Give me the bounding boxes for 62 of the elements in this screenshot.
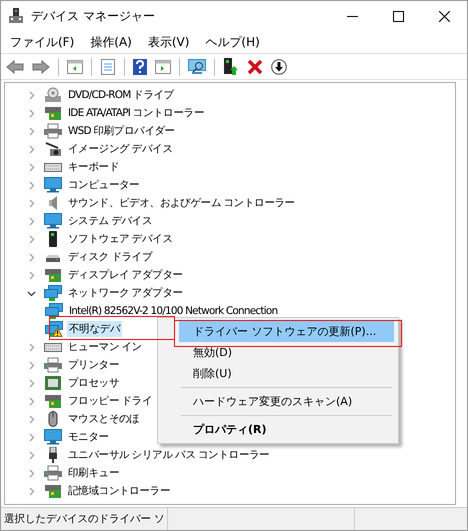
- tree-item[interactable]: ネットワーク アダプター: [66, 285, 185, 301]
- tree-item[interactable]: WSD 印刷プロバイダー: [66, 123, 177, 139]
- tree-item[interactable]: ヒューマン イン: [66, 339, 144, 355]
- back-arrow-icon[interactable]: [6, 60, 24, 74]
- tree-item[interactable]: ユニバーサル シリアル バス コントローラー: [66, 447, 272, 463]
- camera-icon: [44, 141, 62, 157]
- device-icon: [9, 8, 23, 24]
- menu-item[interactable]: 表示(V): [148, 34, 190, 50]
- tree-item[interactable]: ディスプレイ アダプター: [66, 267, 185, 283]
- menu-item[interactable]: ファイル(F): [10, 34, 74, 50]
- chip-icon: [44, 375, 62, 391]
- tree-item[interactable]: イメージング デバイス: [66, 141, 175, 157]
- delete-icon[interactable]: [247, 58, 263, 74]
- tree-item[interactable]: ソフトウェア デバイス: [66, 231, 175, 247]
- printer-icon: [44, 123, 62, 139]
- tree-item[interactable]: サウンド、ビデオ、およびゲーム コントローラー: [66, 195, 297, 211]
- tree-item[interactable]: コンピューター: [66, 177, 142, 193]
- window-title: デバイス マネージャー: [31, 8, 155, 24]
- circuit-card-icon: [44, 267, 62, 283]
- printer-icon: [44, 357, 62, 373]
- context-menu-item[interactable]: プロパティ(R): [179, 419, 394, 440]
- chevron-icon[interactable]: [27, 288, 36, 298]
- help-icon[interactable]: [133, 58, 147, 74]
- tree-item[interactable]: IDE ATA/ATAPI コントローラー: [66, 105, 206, 121]
- network-icon: [44, 285, 62, 301]
- context-menu-item[interactable]: 削除(U): [179, 363, 394, 384]
- circuit-card-icon: [44, 483, 62, 499]
- status-text: 選択したデバイスのドライバー ソ: [1, 508, 168, 530]
- tree-item[interactable]: システム デバイス: [66, 213, 154, 229]
- panel-icon[interactable]: [155, 60, 171, 74]
- monitor-icon: [44, 213, 62, 229]
- monitor-search-icon[interactable]: [188, 58, 206, 74]
- tree-item[interactable]: DVD/CD-ROM ドライブ: [66, 87, 176, 103]
- tree-item[interactable]: モニター: [66, 429, 111, 445]
- monitor-icon: [44, 429, 62, 445]
- tree-item[interactable]: マウスとそのほ: [66, 411, 142, 427]
- tree-item[interactable]: 不明なデバ: [67, 321, 122, 337]
- tree-item[interactable]: プロセッサ: [66, 375, 122, 391]
- context-menu-item[interactable]: ドライバー ソフトウェアの更新(P)...: [179, 321, 394, 342]
- download-icon[interactable]: [271, 58, 287, 74]
- document-icon[interactable]: [100, 58, 116, 74]
- panel-icon[interactable]: [67, 60, 83, 74]
- tree-item[interactable]: Intel(R) 82562V-2 10/100 Network Connection: [67, 304, 280, 318]
- circuit-card-icon: [44, 105, 62, 121]
- monitor-icon: [44, 177, 62, 193]
- tree-item[interactable]: フロッピー ドライ: [66, 393, 154, 409]
- tree-item[interactable]: 印刷キュー: [66, 465, 122, 481]
- context-menu-item[interactable]: ハードウェア変更のスキャン(A): [179, 391, 394, 412]
- tree-item[interactable]: プリンター: [66, 357, 122, 373]
- context-menu-item[interactable]: 無効(D): [179, 342, 394, 363]
- menu-item[interactable]: 操作(A): [90, 34, 132, 50]
- tree-item[interactable]: ディスク ドライブ: [66, 249, 154, 265]
- circuit-card-icon: [44, 393, 62, 409]
- disc-drive-icon: [44, 87, 62, 103]
- menu-item[interactable]: ヘルプ(H): [205, 34, 260, 50]
- printer-icon: [44, 465, 62, 481]
- maximize-icon[interactable]: [393, 10, 404, 22]
- device-update-icon[interactable]: [223, 58, 239, 76]
- close-icon[interactable]: [439, 10, 450, 22]
- tree-item[interactable]: キーボード: [66, 159, 122, 175]
- forward-arrow-icon[interactable]: [32, 60, 50, 74]
- tree-item[interactable]: 記憶域コントローラー: [66, 483, 172, 499]
